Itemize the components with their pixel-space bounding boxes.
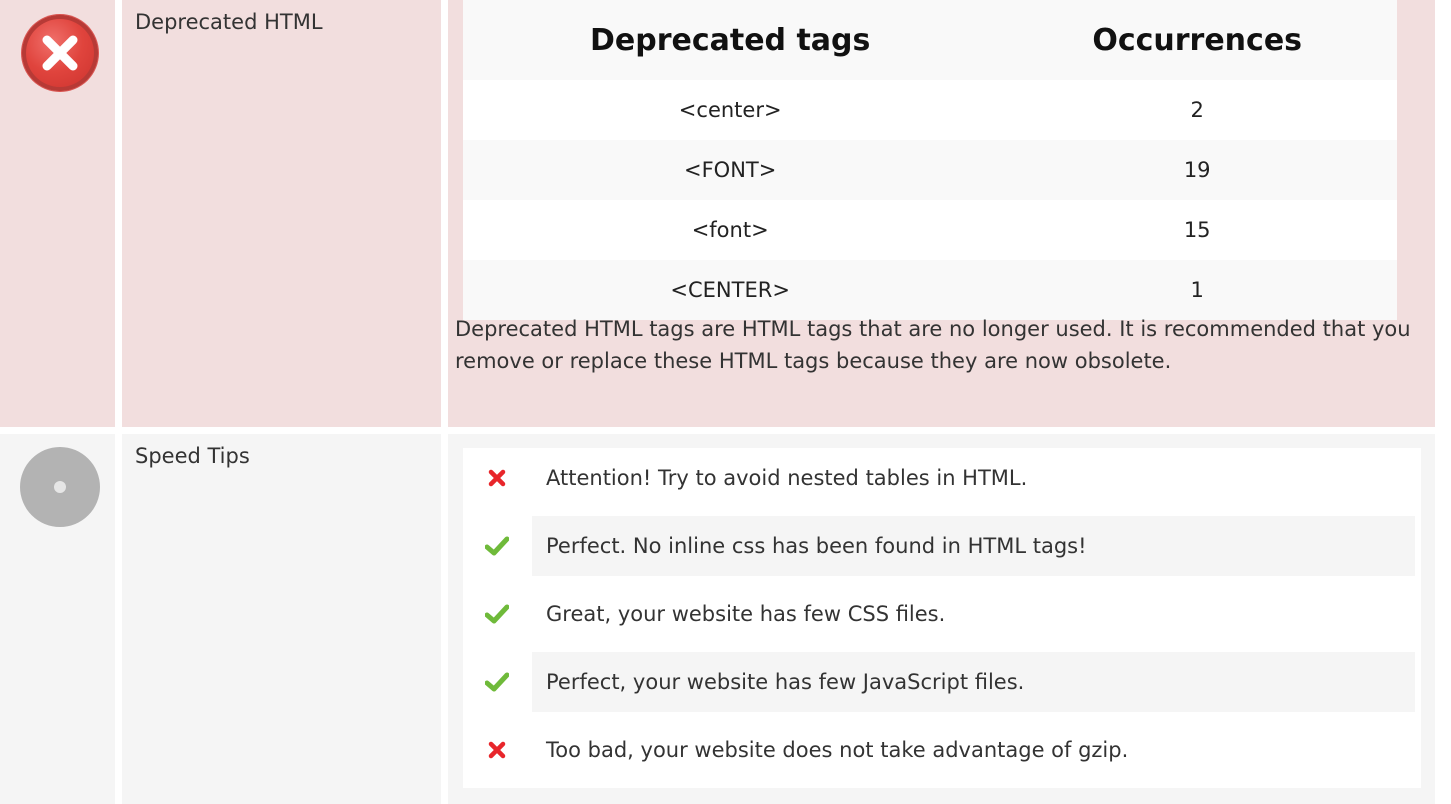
list-item: Great, your website has few CSS files. [469,584,1415,644]
tips-list: Attention! Try to avoid nested tables in… [463,448,1421,788]
deprecated-description: Deprecated HTML tags are HTML tags that … [455,317,1411,373]
check-icon [469,652,524,712]
cross-icon [469,720,524,780]
tag-cell: <FONT> [463,140,998,200]
column-header-tags: Deprecated tags [463,0,998,80]
cross-icon [469,448,524,508]
check-icon [469,584,524,644]
tip-text: Perfect. No inline css has been found in… [532,516,1415,576]
count-cell: 2 [997,80,1397,140]
tip-text: Perfect, your website has few JavaScript… [532,652,1415,712]
tip-text: Great, your website has few CSS files. [546,602,946,626]
tag-cell: <CENTER> [463,260,998,320]
list-item: Too bad, your website does not take adva… [469,720,1415,780]
label-cell: Deprecated HTML [122,0,441,427]
deprecated-html-section: Deprecated HTML Deprecated tags Occurren… [0,0,1451,427]
tip-text: Attention! Try to avoid nested tables in… [546,466,1028,490]
section-label: Speed Tips [135,444,250,468]
tip-text: Too bad, your website does not take adva… [546,738,1129,762]
speed-tips-section: Speed Tips Attention! Try to avoid neste… [0,434,1451,804]
list-item: Attention! Try to avoid nested tables in… [469,448,1415,508]
list-item: Perfect. No inline css has been found in… [469,516,1415,576]
count-cell: 19 [997,140,1397,200]
neutral-status-icon [20,447,100,527]
count-cell: 1 [997,260,1397,320]
status-cell [0,434,115,804]
table-row: <CENTER> 1 [463,260,1397,320]
count-cell: 15 [997,200,1397,260]
check-icon [469,516,524,576]
column-header-occurrences: Occurrences [997,0,1397,80]
list-item: Perfect, your website has few JavaScript… [469,652,1415,712]
tag-cell: <center> [463,80,998,140]
deprecated-tags-table: Deprecated tags Occurrences <center> 2 <… [463,0,1397,320]
status-cell [0,0,115,427]
table-row: <center> 2 [463,80,1397,140]
table-row: <font> 15 [463,200,1397,260]
content-cell: Deprecated tags Occurrences <center> 2 <… [448,0,1435,427]
tag-cell: <font> [463,200,998,260]
section-label: Deprecated HTML [135,10,323,34]
content-cell: Attention! Try to avoid nested tables in… [448,434,1435,804]
error-icon [22,15,98,91]
label-cell: Speed Tips [122,434,441,804]
table-header-row: Deprecated tags Occurrences [463,0,1397,80]
neutral-dot [54,481,66,493]
table-row: <FONT> 19 [463,140,1397,200]
